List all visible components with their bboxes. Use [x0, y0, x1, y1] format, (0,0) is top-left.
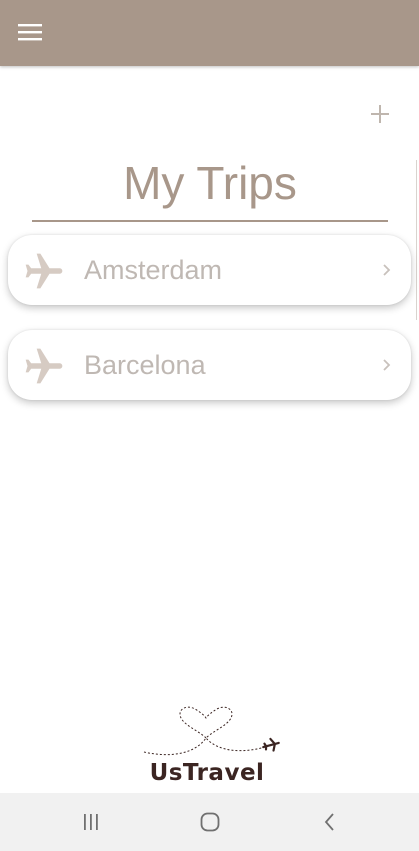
recents-button[interactable] [76, 807, 106, 837]
trip-name: Amsterdam [84, 255, 223, 285]
logo-text: UsTravel [149, 760, 265, 786]
trip-card-barcelona[interactable]: Barcelona [8, 330, 411, 400]
app-screen: My Trips Amsterdam Barcelona UsTravel [0, 0, 419, 851]
back-button[interactable] [315, 807, 345, 837]
system-nav-bar [0, 793, 419, 851]
trip-card-amsterdam[interactable]: Amsterdam [8, 235, 411, 305]
airplane-icon [25, 253, 63, 289]
chevron-right-icon [383, 359, 391, 371]
airplane-icon [25, 348, 63, 384]
recents-icon [84, 814, 98, 830]
trip-name: Barcelona [84, 350, 206, 380]
home-button[interactable] [195, 807, 225, 837]
title-underline [32, 220, 388, 222]
plus-icon [371, 105, 389, 123]
back-icon [324, 813, 334, 831]
hamburger-menu-icon [18, 24, 42, 41]
home-icon [200, 812, 220, 832]
page-title: My Trips [123, 157, 297, 209]
menu-button[interactable] [10, 14, 50, 50]
logo-plane-icon [262, 737, 280, 752]
chevron-right-icon [383, 264, 391, 276]
app-bar [0, 0, 419, 66]
scroll-indicator [416, 160, 417, 320]
add-trip-button[interactable] [362, 96, 398, 132]
